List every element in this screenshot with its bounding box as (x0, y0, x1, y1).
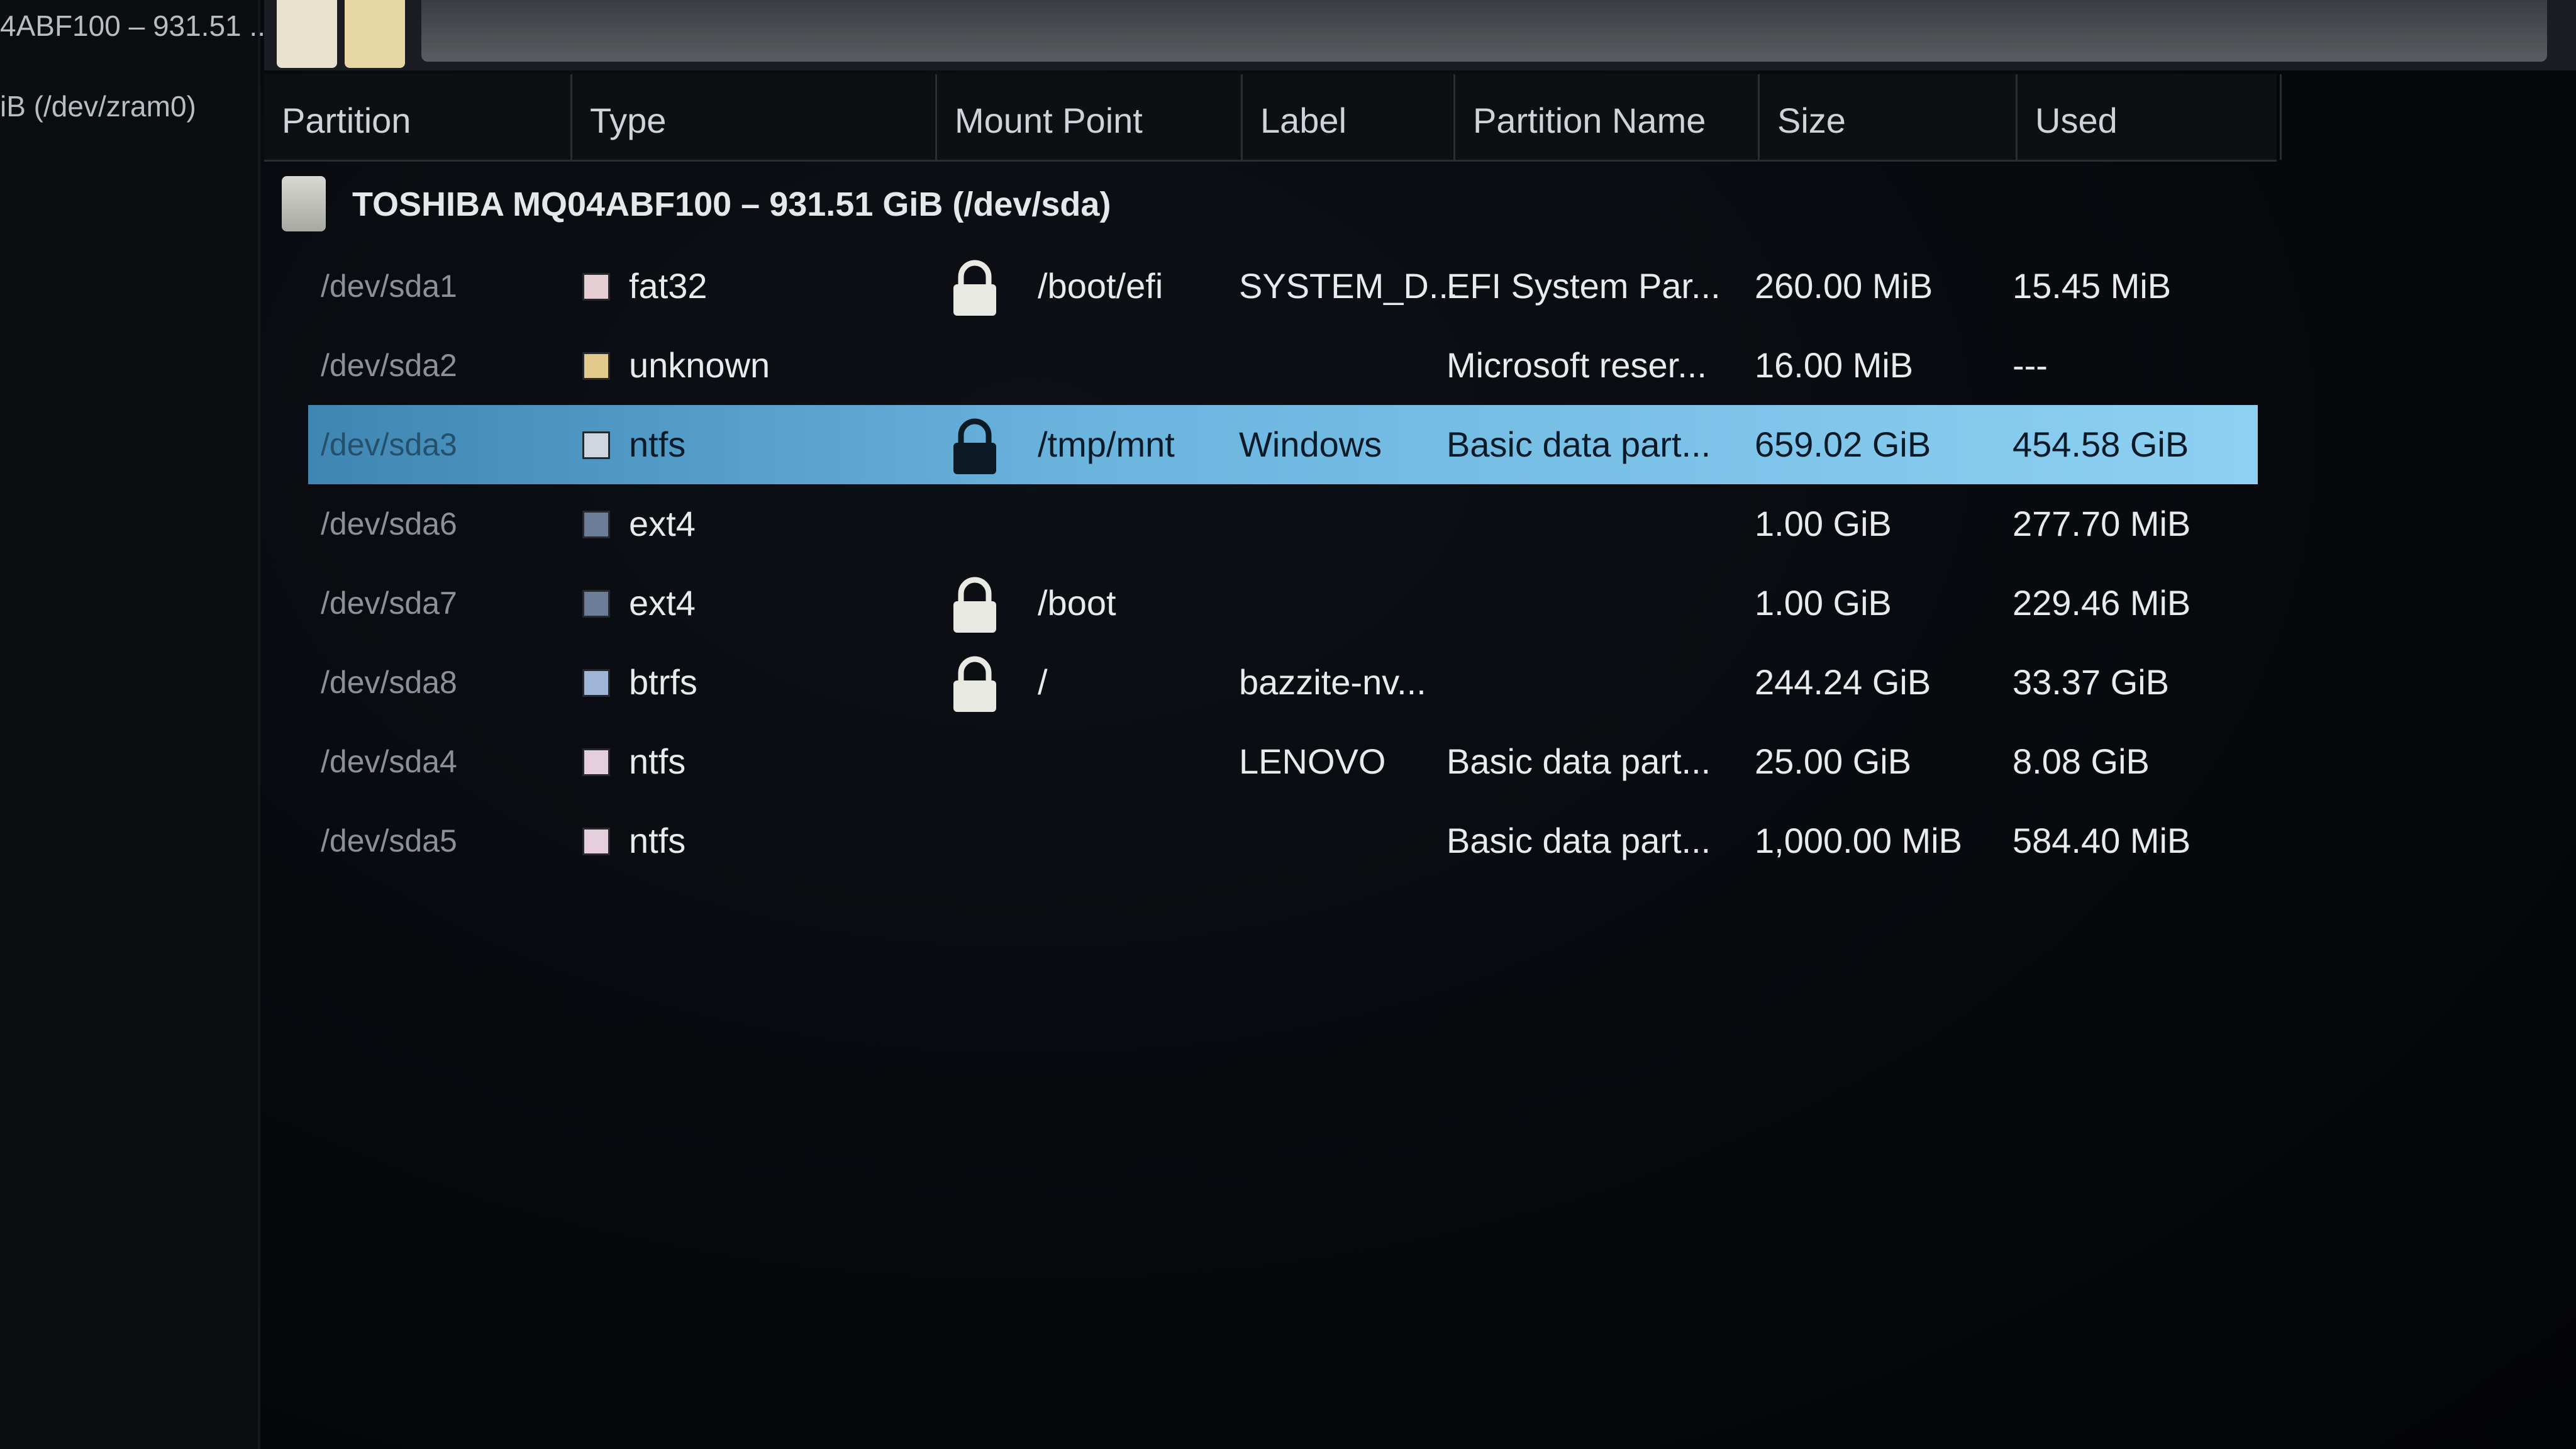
partition-row[interactable]: /dev/sda3 ntfs/tmp/mnt Windows Basic data p… (308, 405, 2258, 484)
partition-row[interactable]: /dev/sda4 ntfs LENOVO Basic data part... 25.… (308, 722, 2258, 801)
partition-used: 454.58 GiB (2012, 425, 2189, 464)
device-sidebar: 4ABF100 – 931.51 ... iB (/dev/zram0) (0, 0, 274, 1449)
filesystem-color-swatch (582, 669, 610, 697)
partition-path: /dev/sda5 (321, 823, 457, 858)
filesystem-type: ext4 (629, 504, 696, 543)
partition-used: 8.08 GiB (2012, 741, 2150, 781)
partition-segment-sda2[interactable] (345, 0, 405, 68)
partition-name: Microsoft reser... (1446, 345, 1707, 385)
partition-size: 1,000.00 MiB (1755, 821, 1962, 860)
partition-label: bazzite-nv... (1239, 662, 1426, 702)
partition-row[interactable]: /dev/sda6 ext4 1.00 GiB 277.70 MiB (308, 484, 2258, 564)
filesystem-type: ntfs (629, 821, 686, 860)
partition-path: /dev/sda2 (321, 348, 457, 383)
lock-icon (950, 654, 1000, 714)
column-header-partition-name[interactable]: Partition Name (1455, 74, 1760, 160)
device-row[interactable]: TOSHIBA MQ04ABF100 – 931.51 GiB (/dev/sd… (277, 169, 2289, 244)
filesystem-color-swatch (582, 828, 610, 855)
filesystem-color-swatch (582, 590, 610, 618)
partition-visual-bar (264, 0, 2576, 70)
column-header-mount-point[interactable]: Mount Point (937, 74, 1243, 160)
mount-point: /boot (1038, 583, 1116, 623)
filesystem-color-swatch (582, 273, 610, 301)
mount-point: /boot/efi (1038, 266, 1163, 306)
partition-path: /dev/sda1 (321, 269, 457, 304)
lock-icon (950, 416, 1000, 477)
partition-row[interactable]: /dev/sda8 btrfs / bazzite-nv... 244.24 GiB 33… (308, 643, 2258, 722)
filesystem-color-swatch (582, 748, 610, 776)
partition-path: /dev/sda8 (321, 665, 457, 700)
partition-path: /dev/sda3 (321, 427, 457, 462)
partition-segment-sda1[interactable] (277, 0, 337, 68)
filesystem-type: ntfs (629, 425, 686, 464)
lock-icon (950, 575, 1000, 635)
device-title: TOSHIBA MQ04ABF100 – 931.51 GiB (/dev/sd… (352, 186, 1111, 223)
partition-used: 584.40 MiB (2012, 821, 2191, 860)
partition-name: Basic data part... (1446, 821, 1711, 860)
column-header-type[interactable]: Type (572, 74, 937, 160)
filesystem-color-swatch (582, 352, 610, 380)
partition-row[interactable]: /dev/sda5 ntfs Basic data part... 1,000.00 … (308, 801, 2258, 880)
column-header-partition[interactable]: Partition (264, 74, 572, 160)
partition-size: 1.00 GiB (1755, 583, 1892, 623)
partition-label: Windows (1239, 425, 1382, 464)
filesystem-type: unknown (629, 345, 770, 385)
partition-row[interactable]: /dev/sda7 ext4/boot 1.00 GiB 229.46 MiB (308, 564, 2258, 643)
partition-label: SYSTEM_D... (1239, 266, 1458, 306)
partition-segment-sda3[interactable] (421, 0, 2547, 62)
partition-used: 15.45 MiB (2012, 266, 2172, 306)
partition-path: /dev/sda7 (321, 586, 457, 621)
partition-row[interactable]: /dev/sda1 fat32/boot/efi SYSTEM_D... EFI Sy… (308, 247, 2258, 326)
partition-size: 25.00 GiB (1755, 741, 1912, 781)
partition-name: EFI System Par... (1446, 266, 1721, 306)
filesystem-type: fat32 (629, 266, 708, 306)
partition-path: /dev/sda4 (321, 744, 457, 779)
partition-name: Basic data part... (1446, 425, 1711, 464)
partition-size: 244.24 GiB (1755, 662, 1931, 702)
sidebar-item-sda[interactable]: 4ABF100 – 931.51 ... (0, 9, 274, 43)
partition-used: 277.70 MiB (2012, 504, 2191, 543)
sidebar-item-zram0[interactable]: iB (/dev/zram0) (0, 89, 196, 123)
filesystem-color-swatch (582, 431, 610, 459)
filesystem-type: btrfs (629, 662, 697, 702)
lock-icon (950, 258, 1000, 318)
partition-label: LENOVO (1239, 741, 1386, 781)
partition-table-header: Partition Type Mount Point Label Partiti… (264, 74, 2282, 162)
hard-disk-icon (282, 176, 326, 231)
partition-used: 229.46 MiB (2012, 583, 2191, 623)
partition-size: 1.00 GiB (1755, 504, 1892, 543)
column-header-used[interactable]: Used (2018, 74, 2282, 160)
partition-name: Basic data part... (1446, 741, 1711, 781)
partition-size: 260.00 MiB (1755, 266, 1933, 306)
mount-point: / (1038, 662, 1048, 702)
mount-point: /tmp/mnt (1038, 425, 1175, 464)
gparted-window: 4ABF100 – 931.51 ... iB (/dev/zram0) Par… (0, 0, 2576, 1449)
column-header-size[interactable]: Size (1760, 74, 2018, 160)
partition-path: /dev/sda6 (321, 506, 457, 541)
partition-used: --- (2012, 345, 2048, 385)
partition-row[interactable]: /dev/sda2 unknown Microsoft reser... 16.00 … (308, 326, 2258, 405)
filesystem-type: ext4 (629, 583, 696, 623)
column-header-label[interactable]: Label (1243, 74, 1455, 160)
filesystem-type: ntfs (629, 741, 686, 781)
partition-used: 33.37 GiB (2012, 662, 2170, 702)
partition-size: 16.00 MiB (1755, 345, 1914, 385)
partition-size: 659.02 GiB (1755, 425, 1931, 464)
filesystem-color-swatch (582, 511, 610, 538)
